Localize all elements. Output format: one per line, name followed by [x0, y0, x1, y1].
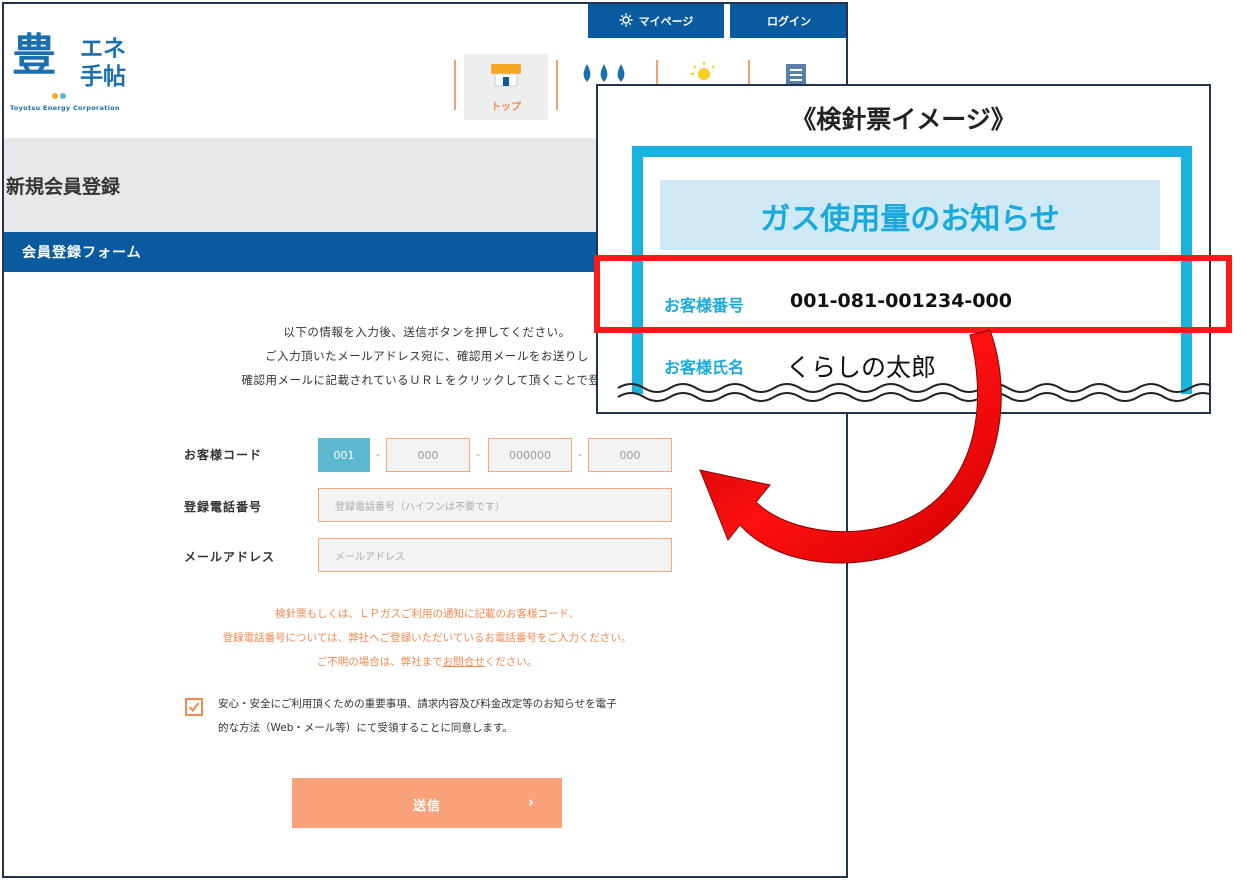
logo-kanji: 豊	[12, 30, 56, 81]
nav-separator	[556, 60, 558, 110]
customer-code-field-2[interactable]: 000	[386, 438, 470, 472]
logo[interactable]: 豊 エネ 手帖 Toyotsu Energy Corporation	[10, 30, 160, 120]
contact-link[interactable]: お問合せ	[443, 656, 485, 668]
code-separator: -	[376, 448, 380, 461]
slip-header: ガス使用量のお知らせ	[660, 180, 1160, 250]
nav-item-top[interactable]: トップ	[464, 54, 548, 120]
gear-icon	[619, 13, 633, 30]
check-icon	[188, 702, 200, 713]
note-prefix: ご不明の場合は、弊社まで	[316, 656, 443, 668]
login-button[interactable]: ログイン	[730, 4, 846, 38]
logo-techo: 手帖	[80, 64, 126, 90]
note-suffix: ください。	[484, 656, 538, 668]
page-title: 新規会員登録	[6, 176, 121, 198]
form-notes: 検針票もしくは、ＬＰガスご利用の通知に記載のお客様コード、 登録電話番号について…	[4, 602, 846, 674]
email-input[interactable]: メールアドレス	[318, 538, 672, 572]
logo-ene: エネ	[80, 36, 126, 62]
submit-label: 送信	[412, 799, 441, 814]
agree-checkbox[interactable]	[185, 698, 203, 716]
agree-line: 安心・安全にご利用頂くための重要事項、請求内容及び料金改定等のお知らせを電子	[218, 698, 617, 710]
curved-arrow-icon	[699, 329, 1002, 564]
agree-line: 的な方法（Web・メール等）にて受領することに同意します。	[218, 722, 513, 734]
email-label: メールアドレス	[184, 550, 276, 564]
nav-separator	[454, 60, 456, 110]
customer-code-field-4[interactable]: 000	[588, 438, 672, 472]
slip-header-text: ガス使用量のお知らせ	[760, 202, 1060, 237]
customer-code-field-1[interactable]: 001	[318, 438, 370, 472]
code-separator: -	[476, 448, 480, 461]
submit-button[interactable]: 送信 ›	[292, 778, 562, 828]
logo-dots	[52, 84, 74, 99]
agree-text: 安心・安全にご利用頂くための重要事項、請求内容及び料金改定等のお知らせを電子 的…	[218, 692, 617, 740]
customer-code-field-3[interactable]: 000000	[488, 438, 572, 472]
note-line: 登録電話番号については、弊社へご登録いただいているお電話番号をご入力ください。	[222, 632, 632, 644]
nav-label-top: トップ	[491, 102, 521, 113]
chevron-right-icon: ›	[527, 793, 534, 811]
phone-input[interactable]: 登録電話番号（ハイフンは不要です）	[318, 488, 672, 522]
mypage-label: マイページ	[638, 15, 694, 28]
logo-subtitle: Toyotsu Energy Corporation	[10, 104, 120, 112]
note-line: ご不明の場合は、弊社までお問合せください。	[4, 650, 846, 674]
code-separator: -	[578, 448, 582, 461]
house-icon	[489, 62, 523, 92]
mypage-button[interactable]: マイページ	[588, 4, 724, 38]
note-line: 検針票もしくは、ＬＰガスご利用の通知に記載のお客様コード、	[274, 608, 580, 620]
phone-label: 登録電話番号	[184, 500, 263, 514]
customer-code-label: お客様コード	[184, 448, 263, 462]
form-title: 会員登録フォーム	[22, 245, 142, 261]
slip-title: 《検針票イメージ》	[791, 105, 1016, 134]
